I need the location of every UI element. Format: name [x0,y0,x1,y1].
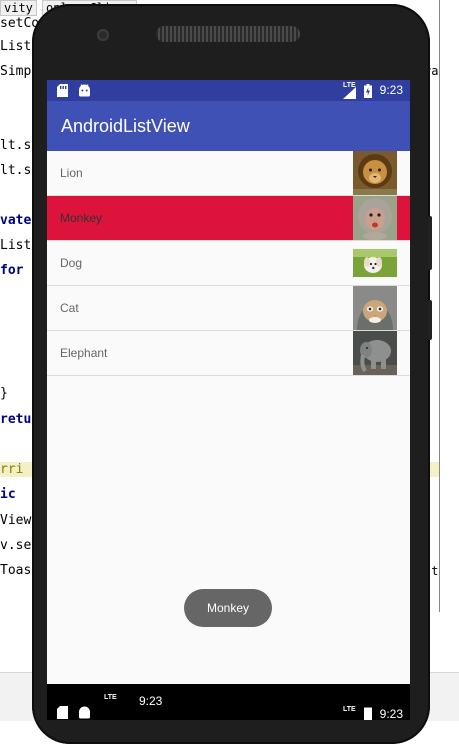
network-type-label: LTE [343,706,356,713]
code-line-keyword: for [0,263,24,278]
code-line: v.se [0,538,32,553]
front-camera [97,29,109,41]
phone-emulator: LTE 9:23 AndroidListView Lion Monkey Dog… [32,4,432,744]
battery-charging-icon [364,84,372,98]
ide-side-panel [439,0,459,612]
code-line: } [0,386,8,401]
sd-card-icon [57,84,68,97]
sd-card-icon [57,706,68,719]
code-line: Simp [0,64,32,79]
code-line-keyword: retu [0,412,32,427]
list-item-label: Lion [60,166,83,180]
code-line: View [0,513,32,528]
list-item-dog[interactable]: Dog [47,241,410,286]
code-line-keyword: ic [0,487,16,502]
signal-icon [343,87,356,99]
code-line: List [0,238,32,253]
list-item-elephant[interactable]: Elephant [47,331,410,376]
app-toolbar: AndroidListView [47,101,410,151]
app-title: AndroidListView [61,116,190,136]
status-time: 9:23 [379,83,403,97]
lion-image [353,151,397,195]
code-line: Toas [0,563,32,578]
list-item-label: Dog [60,256,83,270]
status-bar: LTE 9:23 [47,80,410,101]
list-item-label: Elephant [60,346,108,360]
toast-message: Monkey [184,589,272,627]
network-type-label: LTE [104,694,117,701]
android-icon [79,84,90,97]
list-item-label: Monkey [60,211,103,225]
list-item-lion[interactable]: Lion [47,151,410,196]
android-icon [79,706,90,719]
phone-speaker [156,26,300,42]
animal-list[interactable]: Lion Monkey Dog Cat Elephant [47,151,410,376]
elephant-image [353,331,397,375]
navigation-bar: LTE 9:23 LTE 9:23 [47,684,410,720]
code-line: lt.s [0,138,32,153]
cat-image [353,286,397,330]
volume-button[interactable] [428,216,432,270]
dog-image [353,241,397,285]
code-line-keyword: vate [0,213,32,228]
list-item-label: Cat [60,301,79,315]
nav-bar-time: 9:23 [139,694,163,708]
ide-tab[interactable]: vity [0,0,37,16]
code-line: lt.s [0,163,32,178]
list-item-cat[interactable]: Cat [47,286,410,331]
phone-screen: LTE 9:23 AndroidListView Lion Monkey Dog… [47,80,410,720]
nav-bar-time: 9:23 [379,707,403,720]
code-line: List [0,39,32,54]
list-item-monkey[interactable]: Monkey [47,196,410,241]
power-button[interactable] [428,300,432,340]
monkey-image [353,196,397,240]
battery-charging-icon [364,707,372,720]
